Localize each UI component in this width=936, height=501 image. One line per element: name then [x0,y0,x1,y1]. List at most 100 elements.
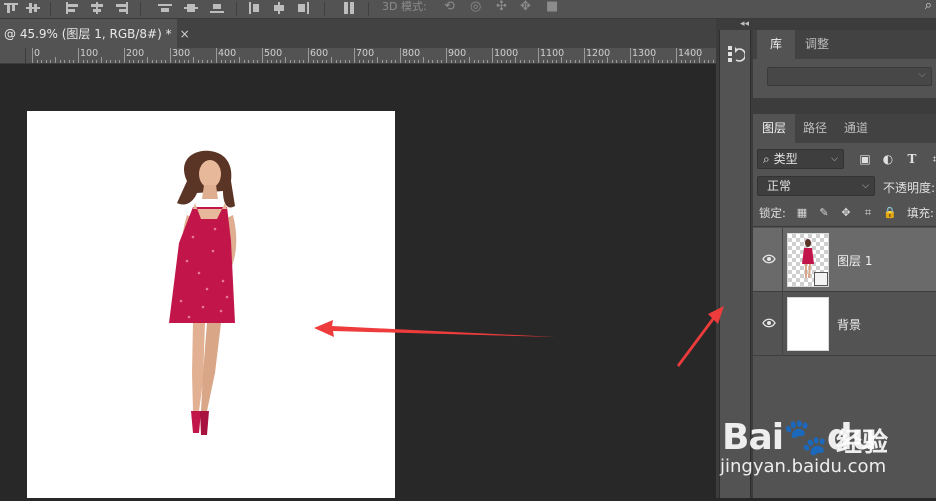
layer-name[interactable]: 背景 [837,316,861,333]
ruler-minor-tick [496,60,498,63]
layer-row-layer-1[interactable]: 图层 1 [753,228,936,292]
align-right-icon[interactable] [114,2,128,14]
canvas-area[interactable] [0,64,716,498]
layer-thumbnail [787,233,829,287]
ruler-minor-tick [229,60,231,63]
document-canvas[interactable] [27,111,395,498]
scale-3d-icon[interactable]: ■ [546,0,558,14]
align-top-icon[interactable] [4,2,18,14]
distribute-right-icon[interactable] [296,2,310,14]
lock-all-icon[interactable]: 🔒 [883,206,897,220]
ruler-minor-tick [689,60,691,63]
ruler-minor-tick [634,60,636,63]
tab-adjustments[interactable]: 调整 [795,30,839,59]
ruler-label: 200 [126,48,145,59]
lock-artboard-icon[interactable]: ⌗ [861,206,875,220]
ruler-minor-tick [211,60,213,63]
ruler-minor-tick [68,60,70,63]
distribute-top-icon[interactable] [158,2,172,14]
ruler-major-tick [216,48,217,63]
ruler-minor-tick [478,60,480,63]
ruler-minor-tick [156,60,158,63]
ruler-label: 600 [310,48,329,59]
distribute-left-icon[interactable] [248,2,262,14]
history-icon[interactable] [727,44,745,64]
tab-layers[interactable]: 图层 [753,114,795,143]
layer-filter-row: ⌕ 类型 ⌵ ▣ ◐ T ⌗ [753,147,936,171]
layer-name[interactable]: 图层 1 [837,252,872,269]
chevron-down-icon: ⌵ [918,69,926,80]
ruler-minor-tick [243,60,245,63]
ruler-minor-tick [469,57,470,63]
lock-transparent-icon[interactable]: ▦ [795,206,809,220]
adjustment-filter-icon[interactable]: ◐ [881,152,895,166]
ruler-minor-tick [556,60,558,63]
roll-3d-icon[interactable]: ◎ [470,0,481,14]
ruler-minor-tick [179,60,181,63]
ruler-major-tick [78,48,79,63]
type-filter-icon[interactable]: T [905,152,919,166]
close-icon[interactable]: × [180,27,190,41]
ruler-minor-tick [271,60,273,63]
ruler-minor-tick [441,60,443,63]
blend-mode-select[interactable]: 正常 ⌵ [757,176,875,196]
ruler-minor-tick [326,60,328,63]
ruler-minor-tick [409,60,411,63]
slide-3d-icon[interactable]: ✥ [520,0,531,14]
pan-3d-icon[interactable]: ✣ [496,0,507,14]
ruler-minor-tick [482,60,484,63]
ruler-minor-tick [160,60,162,63]
ruler-minor-tick [110,60,112,63]
ruler-minor-tick [197,60,199,63]
horizontal-ruler[interactable]: 0 100 200 300 400 500 600 700 800 900 1000 1100 1200… [26,48,716,64]
ruler-minor-tick [377,57,378,63]
ruler-minor-tick [565,60,567,63]
ruler-label: 400 [218,48,237,59]
filter-kind-select[interactable]: ⌕ 类型 ⌵ [757,149,844,169]
ruler-minor-tick [533,60,535,63]
tab-library[interactable]: 库 [757,30,795,59]
tab-paths[interactable]: 路径 [795,114,835,143]
chevron-down-icon: ⌵ [831,154,838,164]
ruler-minor-tick [561,57,562,63]
image-filter-icon[interactable]: ▣ [858,152,872,166]
lock-position-icon[interactable]: ✥ [839,206,853,220]
ruler-minor-tick [73,60,75,63]
ruler-minor-tick [570,60,572,63]
tab-channels[interactable]: 通道 [835,114,877,143]
document-tab[interactable]: @ 45.9% (图层 1, RGB/8#) * × [0,19,190,48]
smart-object-icon [814,272,828,286]
ruler-minor-tick [36,60,38,63]
ruler-minor-tick [607,57,608,63]
separator [368,2,369,16]
ruler-major-tick [262,48,263,63]
ruler-label: 500 [264,48,283,59]
ruler-minor-tick [174,60,176,63]
ruler-minor-tick [280,60,282,63]
ruler-label: 300 [172,48,191,59]
search-icon[interactable]: ⌕ [925,0,932,13]
ruler-minor-tick [436,60,438,63]
ruler-minor-tick [119,60,121,63]
library-dropdown[interactable]: ⌵ [767,67,932,86]
shape-filter-icon[interactable]: ⌗ [929,152,936,166]
ruler-minor-tick [519,60,521,63]
orbit-3d-icon[interactable]: ⟲ [444,0,455,14]
collapse-panels-icon[interactable]: ◂◂ [740,19,749,29]
ruler-major-tick [492,48,493,63]
ruler-minor-tick [666,60,668,63]
opacity-label: 不透明度: [883,181,936,195]
distribute-hcenter-icon[interactable] [272,2,286,14]
align-left-icon[interactable] [66,2,80,14]
ruler-minor-tick [680,60,682,63]
auto-align-icon[interactable] [342,2,356,14]
lock-pixels-icon[interactable]: ✎ [817,206,831,220]
eye-icon[interactable] [762,317,776,329]
distribute-bottom-icon[interactable] [210,2,224,14]
align-hcenter-icon[interactable] [90,2,104,14]
eye-icon[interactable] [762,253,776,265]
ruler-minor-tick [510,60,512,63]
layer-row-background[interactable]: 背景 [753,292,936,356]
distribute-vcenter-icon[interactable] [184,2,198,14]
align-vcenter-icon[interactable] [26,2,40,14]
